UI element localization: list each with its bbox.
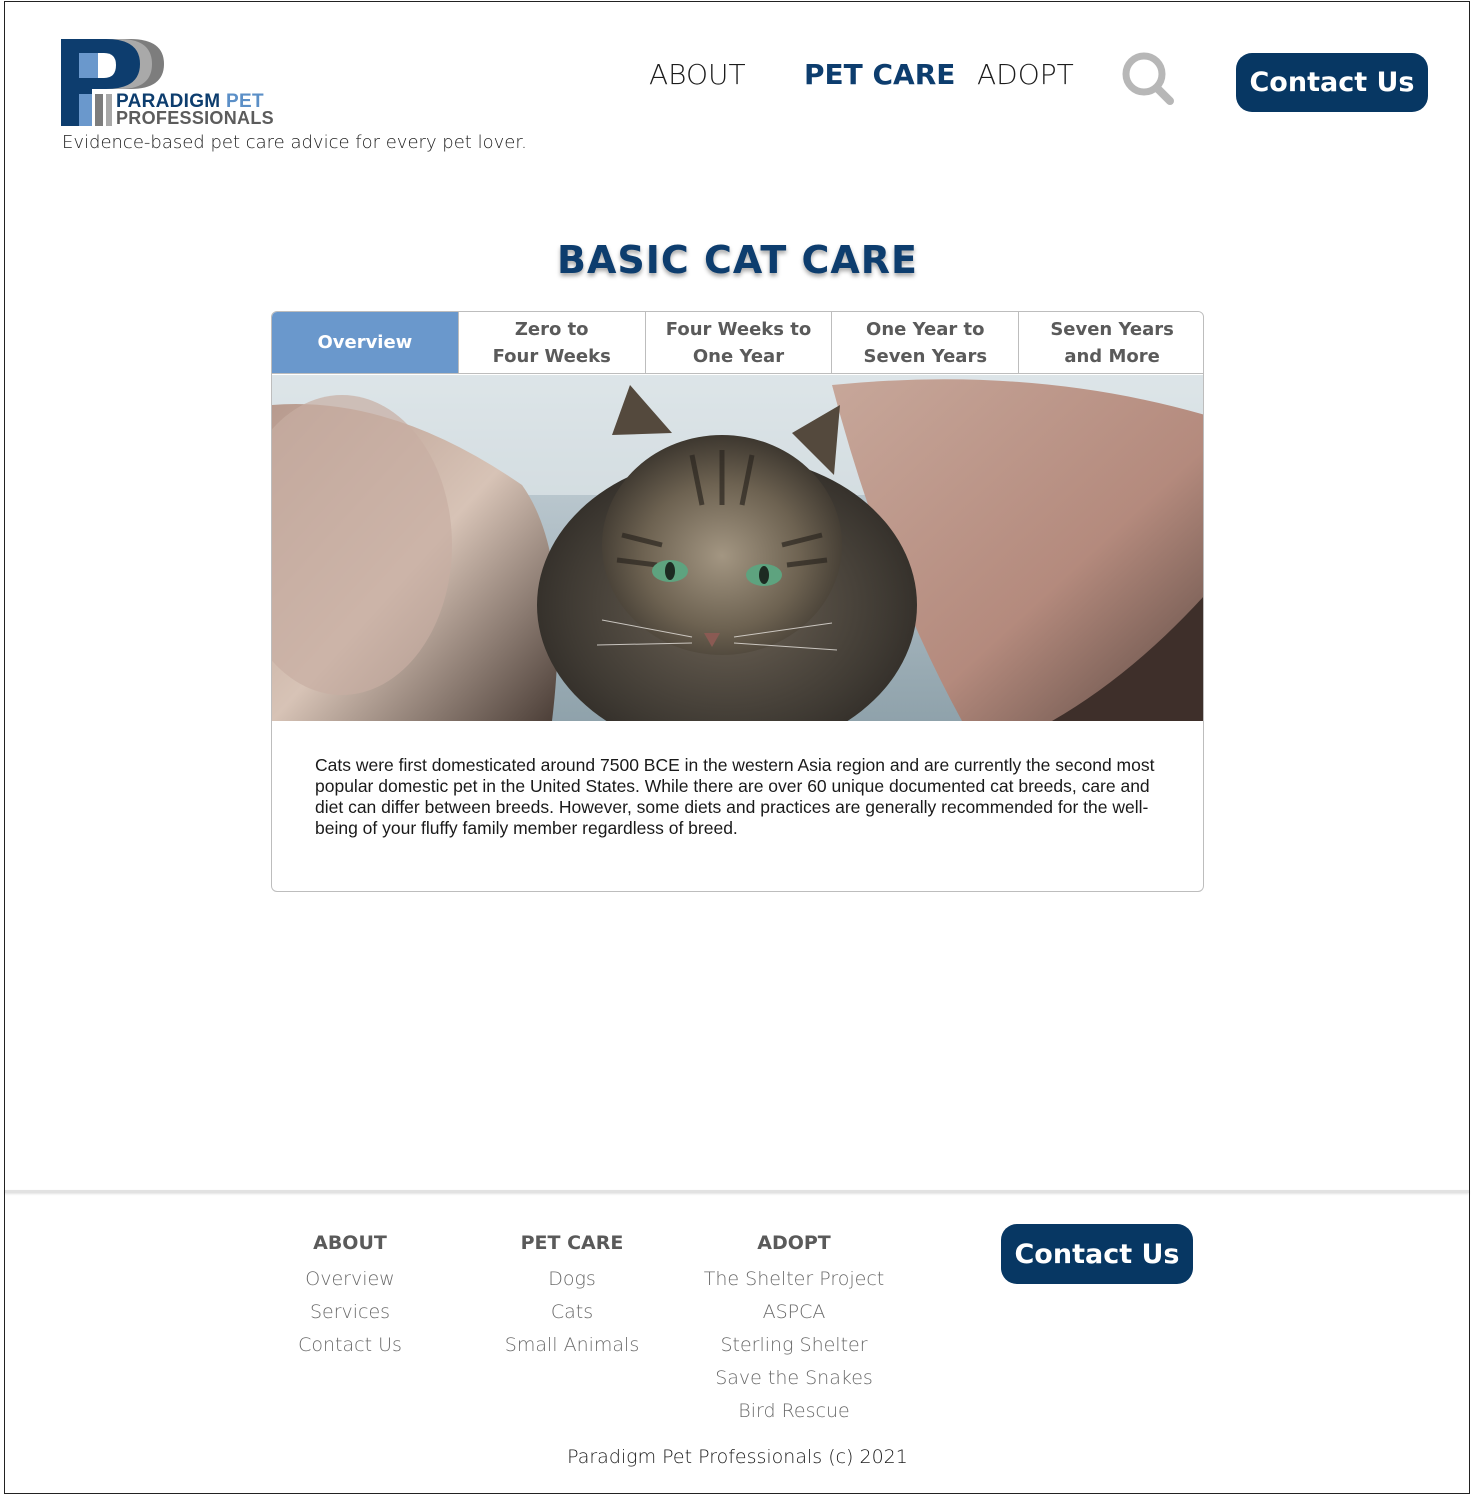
footer-link-aspca[interactable]: ASPCA: [684, 1296, 904, 1329]
nav-adopt[interactable]: ADOPT: [977, 58, 1074, 91]
footer-link-contact-us[interactable]: Contact Us: [240, 1329, 460, 1362]
footer-link-small-animals[interactable]: Small Animals: [462, 1329, 682, 1362]
tab-seven-years-and-more[interactable]: Seven Years and More: [1019, 312, 1203, 374]
tab-overview[interactable]: Overview: [272, 312, 459, 374]
footer-link-overview[interactable]: Overview: [240, 1263, 460, 1296]
overview-text: Cats were first domesticated around 7500…: [315, 755, 1155, 838]
copyright: Paradigm Pet Professionals (c) 2021: [567, 1446, 908, 1468]
footer-column-about: ABOUT Overview Services Contact Us: [240, 1230, 460, 1362]
tab-one-to-seven-years[interactable]: One Year to Seven Years: [832, 312, 1020, 374]
footer-link-cats[interactable]: Cats: [462, 1296, 682, 1329]
footer-heading-pet-care: PET CARE: [520, 1232, 624, 1254]
contact-us-button[interactable]: Contact Us: [1236, 53, 1428, 112]
care-card: Overview Zero to Four Weeks Four Weeks t…: [271, 311, 1204, 892]
tagline: Evidence-based pet care advice for every…: [62, 132, 527, 153]
logo-word-professionals: PROFESSIONALS: [116, 108, 274, 128]
age-tabs: Overview Zero to Four Weeks Four Weeks t…: [272, 312, 1203, 375]
nav-about[interactable]: ABOUT: [649, 58, 746, 91]
nav-pet-care[interactable]: PET CARE: [804, 58, 955, 91]
footer-link-shelter-project[interactable]: The Shelter Project: [684, 1263, 904, 1296]
footer-heading-adopt: ADOPT: [757, 1232, 831, 1254]
footer-link-dogs[interactable]: Dogs: [462, 1263, 682, 1296]
footer-divider: [5, 1190, 1469, 1193]
tab-zero-to-four-weeks[interactable]: Zero to Four Weeks: [458, 312, 646, 374]
footer-link-save-the-snakes[interactable]: Save the Snakes: [684, 1362, 904, 1395]
footer-heading-about: ABOUT: [313, 1232, 387, 1254]
search-icon: [1122, 52, 1174, 105]
page-title: BASIC CAT CARE: [556, 238, 918, 282]
footer-link-services[interactable]: Services: [240, 1296, 460, 1329]
logo-wordmark: PARADIGM PET PROFESSIONALS: [116, 92, 274, 128]
tab-four-weeks-to-one-year[interactable]: Four Weeks to One Year: [645, 312, 833, 374]
footer-column-adopt: ADOPT The Shelter Project ASPCA Sterling…: [684, 1230, 904, 1428]
footer-contact-us-button[interactable]: Contact Us: [1001, 1224, 1193, 1284]
search-button[interactable]: [1118, 50, 1176, 106]
footer-column-pet-care: PET CARE Dogs Cats Small Animals: [462, 1230, 682, 1362]
footer-link-sterling-shelter[interactable]: Sterling Shelter: [684, 1329, 904, 1362]
cat-photo: [272, 375, 1203, 721]
footer-link-bird-rescue[interactable]: Bird Rescue: [684, 1395, 904, 1428]
